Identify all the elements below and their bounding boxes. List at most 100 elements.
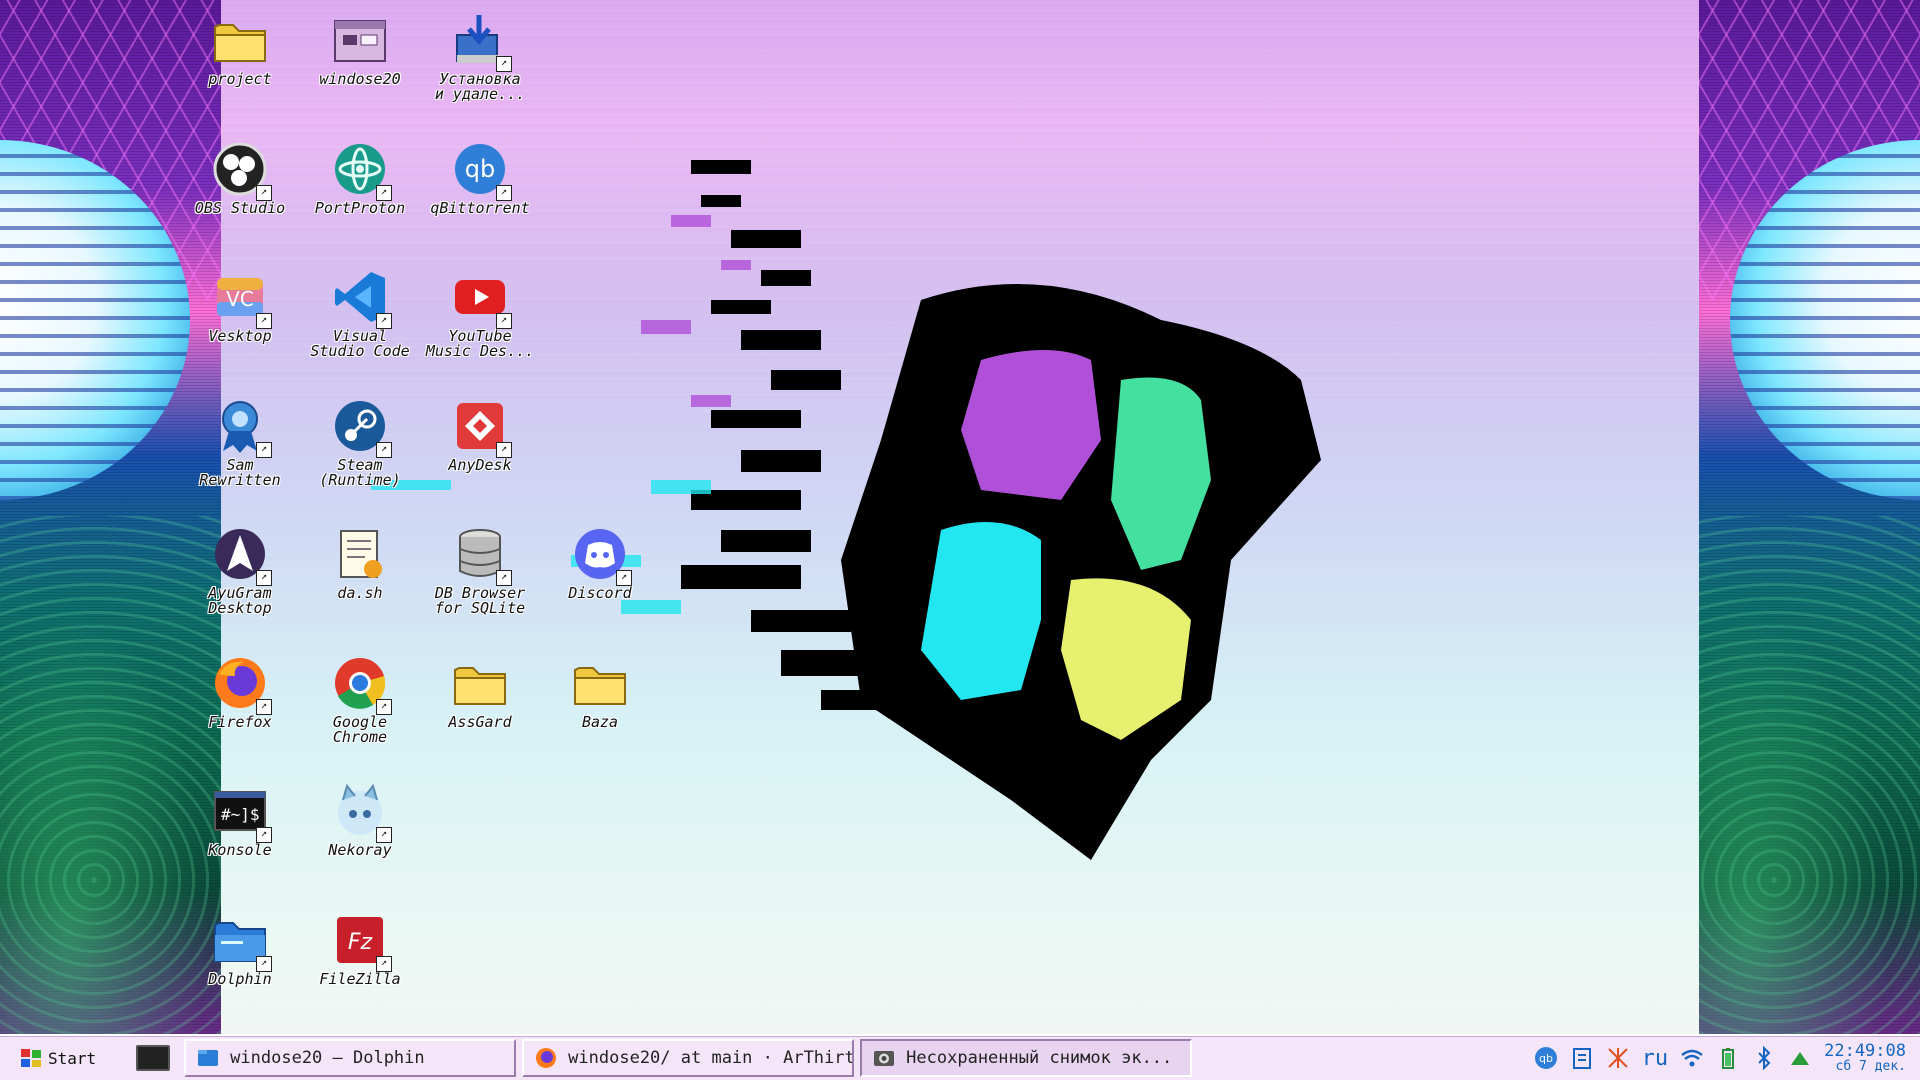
- shortcut-arrow-icon: ↗: [376, 313, 392, 329]
- spectacle-icon: [874, 1051, 895, 1066]
- discord-icon: ↗: [570, 524, 632, 586]
- desktop-icon-label: YouTube Music Des...: [425, 327, 535, 360]
- dolphin-icon: ↗: [210, 910, 272, 972]
- chrome-icon: ↗: [330, 653, 392, 715]
- desktop-icon-label: Sam Rewritten: [199, 455, 281, 489]
- desktop-icon-anydesk[interactable]: ↗ AnyDesk: [421, 396, 539, 518]
- task-button-dolphin[interactable]: windose20 — Dolphin: [184, 1039, 517, 1077]
- shortcut-arrow-icon: ↗: [496, 184, 512, 201]
- wallpaper-right-panel: [1699, 0, 1920, 1036]
- desktop-icon-firefox[interactable]: ↗ Firefox: [181, 653, 299, 775]
- desktop-icon-label: Discord: [568, 584, 632, 602]
- database-icon: ↗: [450, 524, 512, 586]
- desktop-icon-label: AyuGram Desktop: [208, 584, 272, 617]
- task-button-spectacle[interactable]: Несохраненный снимок эк...: [860, 1039, 1193, 1077]
- shortcut-arrow-icon: ↗: [496, 313, 512, 329]
- desktop-icon-ayugram[interactable]: ↗ AyuGram Desktop: [181, 524, 299, 646]
- desktop-icon-project[interactable]: project: [181, 10, 299, 132]
- desktop-icon-nekoray[interactable]: ↗ Nekoray: [301, 781, 419, 903]
- desktop-icon-da-sh[interactable]: da.sh: [301, 524, 419, 646]
- shortcut-arrow-icon: ↗: [376, 698, 392, 715]
- anydesk-icon: ↗: [450, 396, 512, 458]
- desktop-icon-qbittorrent[interactable]: qb ↗ qBittorrent: [421, 139, 539, 261]
- desktop-icon-установка[interactable]: ↗ Установка и удале...: [421, 10, 539, 132]
- steam-icon: ↗: [330, 396, 392, 458]
- shortcut-arrow-icon: ↗: [256, 570, 272, 586]
- desktop-icon-db-browser[interactable]: ↗ DB Browser for SQLite: [421, 524, 539, 646]
- desktop-icon-label: qBittorrent: [430, 198, 530, 217]
- shortcut-arrow-icon: ↗: [496, 570, 512, 586]
- clock-date: сб 7 дек.: [1835, 1059, 1906, 1074]
- wifi-tray-icon[interactable]: [1680, 1046, 1704, 1070]
- desktop-icon-portproton[interactable]: ↗ PortProton: [301, 139, 419, 261]
- qbittorrent-tray-icon[interactable]: qb: [1534, 1046, 1558, 1070]
- show-hidden-icons-arrow-icon[interactable]: [1788, 1046, 1812, 1070]
- folder-window-icon: [330, 10, 390, 70]
- desktop-icon-visual[interactable]: ↗ Visual Studio Code: [301, 267, 419, 389]
- shortcut-arrow-icon: ↗: [256, 827, 272, 843]
- script-icon: [330, 524, 390, 584]
- task-label: windose20 — Dolphin: [230, 1048, 425, 1068]
- svg-text:Fz: Fz: [348, 930, 373, 955]
- clock[interactable]: 22:49:08 сб 7 дек.: [1824, 1042, 1906, 1074]
- desktop-icon-steam[interactable]: ↗ Steam (Runtime): [301, 396, 419, 518]
- bluetooth-tray-icon[interactable]: [1752, 1046, 1776, 1070]
- ayugram-icon: ↗: [210, 524, 272, 586]
- svg-text:qb: qb: [465, 155, 495, 183]
- desktop-icon-label: DB Browser for SQLite: [434, 584, 526, 617]
- battery-tray-icon[interactable]: [1716, 1046, 1740, 1070]
- vesktop-icon: VC ↗: [210, 267, 272, 329]
- system-tray: qb ru 22:49:08 сб 7 дек.: [1534, 1042, 1920, 1074]
- desktop-icon-label: Nekoray: [328, 841, 392, 859]
- desktop-icon-label: AnyDesk: [448, 455, 512, 474]
- desktop-icon-label: PortProton: [314, 198, 406, 217]
- desktop-icon-sam[interactable]: ↗ Sam Rewritten: [181, 396, 299, 518]
- svg-text:#~]$: #~]$: [221, 805, 260, 824]
- nekoray-icon: ↗: [330, 781, 392, 843]
- desktop-icon-discord[interactable]: ↗ Discord: [541, 524, 659, 646]
- taskbar: Start windose20 — Dolphin windose20/ at …: [0, 1034, 1920, 1080]
- desktop-icon-filezilla[interactable]: Fz ↗ FileZilla: [301, 910, 419, 1032]
- terminal-launcher-icon[interactable]: [136, 1045, 171, 1071]
- filezilla-icon: Fz ↗: [330, 910, 392, 972]
- desktop-icon-label: Firefox: [208, 712, 272, 731]
- desktop-icon-konsole[interactable]: #~]$ ↗ Konsole: [181, 781, 299, 903]
- network-tools-tray-icon[interactable]: [1606, 1046, 1630, 1070]
- desktop-icon-google[interactable]: ↗ Google Chrome: [301, 653, 419, 775]
- desktop-icon-label: project: [208, 70, 272, 88]
- desktop-icon-vesktop[interactable]: VC ↗ Vesktop: [181, 267, 299, 389]
- start-button[interactable]: Start: [10, 1041, 106, 1075]
- shortcut-arrow-icon: ↗: [376, 184, 392, 201]
- konsole-icon: #~]$ ↗: [210, 781, 272, 843]
- shortcut-arrow-icon: ↗: [256, 698, 272, 715]
- desktop-icon-label: Steam (Runtime): [319, 455, 401, 489]
- qbittorrent-icon: qb ↗: [450, 139, 512, 201]
- clipboard-tray-icon[interactable]: [1570, 1046, 1594, 1070]
- desktop-icon-assgard[interactable]: AssGard: [421, 653, 539, 775]
- shortcut-arrow-icon: ↗: [376, 827, 392, 843]
- desktop-icon-baza[interactable]: Baza: [541, 653, 659, 775]
- desktop-icon-label: FileZilla: [319, 969, 401, 988]
- shortcut-arrow-icon: ↗: [496, 56, 512, 72]
- svg-text:qb: qb: [1539, 1052, 1553, 1065]
- desktop-icon-dolphin[interactable]: ↗ Dolphin: [181, 910, 299, 1032]
- shortcut-arrow-icon: ↗: [616, 570, 632, 586]
- desktop-icon-label: AssGard: [448, 712, 512, 731]
- sam-rewritten-icon: ↗: [210, 396, 272, 458]
- shortcut-arrow-icon: ↗: [256, 441, 272, 458]
- clock-time: 22:49:08: [1824, 1041, 1906, 1061]
- desktop-icon-windose20[interactable]: windose20: [301, 10, 419, 132]
- folder-icon: [570, 653, 630, 713]
- desktop-icon-obs-studio[interactable]: ↗ OBS Studio: [181, 139, 299, 261]
- firefox-icon: [536, 1048, 557, 1068]
- desktop-icon-label: Vesktop: [208, 327, 272, 345]
- keyboard-layout-indicator[interactable]: ru: [1642, 1046, 1669, 1071]
- desktop-icon-youtube[interactable]: ↗ YouTube Music Des...: [421, 267, 539, 389]
- desktop-icon-label: Dolphin: [208, 969, 272, 988]
- shortcut-arrow-icon: ↗: [256, 184, 272, 201]
- folder-icon: [210, 10, 270, 70]
- dolphin-icon: [198, 1050, 219, 1066]
- start-label: Start: [48, 1048, 97, 1068]
- task-button-firefox[interactable]: windose20/ at main · ArThirty...: [522, 1039, 855, 1077]
- firefox-icon: ↗: [210, 653, 272, 715]
